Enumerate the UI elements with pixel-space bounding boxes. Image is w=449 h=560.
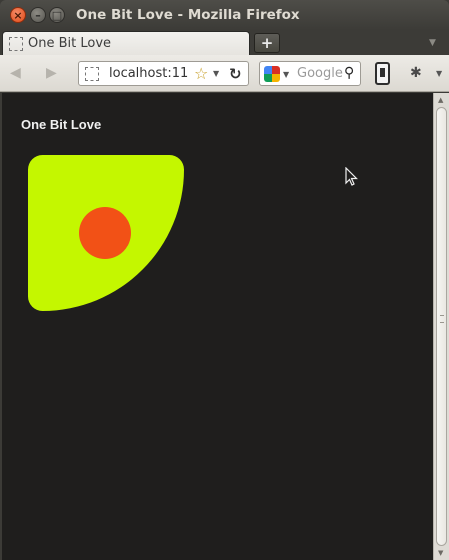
tab-one-bit-love[interactable]: One Bit Love [2, 31, 250, 55]
search-engine-icon[interactable] [264, 66, 280, 82]
search-input[interactable]: Google [297, 66, 343, 81]
search-magnifier-icon[interactable]: ⚲ [344, 65, 354, 81]
page-favicon-icon [9, 37, 23, 51]
toolbar-menu-dropdown-icon[interactable]: ▼ [436, 69, 442, 78]
tab-label: One Bit Love [28, 36, 112, 51]
scrollbar-thumb[interactable] [436, 107, 447, 546]
window-close-button[interactable]: × [10, 7, 26, 23]
scroll-up-arrow-icon[interactable]: ▲ [438, 96, 443, 104]
vertical-scrollbar[interactable]: ▲ ▼ [433, 93, 449, 560]
one-bit-love-logo-shape [28, 155, 184, 311]
window-title: One Bit Love - Mozilla Firefox [76, 7, 300, 23]
page-content: One Bit Love [2, 93, 433, 560]
search-bar[interactable]: ▼ Google ⚲ [259, 61, 361, 86]
forward-button[interactable]: ▶ [46, 65, 57, 81]
window-minimize-button[interactable]: – [30, 7, 46, 23]
tab-list-dropdown-icon[interactable]: ▼ [429, 38, 436, 48]
tab-strip: One Bit Love + ▼ [0, 30, 449, 55]
window-titlebar: × – □ One Bit Love - Mozilla Firefox [0, 0, 449, 30]
firebug-icon[interactable]: ✱ [410, 65, 422, 81]
window-maximize-button[interactable]: □ [49, 7, 65, 23]
url-history-dropdown-icon[interactable]: ▼ [213, 69, 219, 78]
new-tab-button[interactable]: + [254, 33, 280, 53]
back-button[interactable]: ◀ [10, 65, 21, 81]
url-input[interactable]: localhost:11 [109, 66, 193, 81]
scrollbar-grip [440, 315, 444, 323]
navigation-toolbar: ◀ ▶ localhost:11 ☆ ▼ ↻ ▼ Google ⚲ ✱ ▼ [0, 55, 449, 92]
scroll-down-arrow-icon[interactable]: ▼ [438, 549, 443, 557]
logo-dot [79, 207, 131, 259]
mouse-cursor-icon [345, 167, 358, 186]
search-engine-dropdown-icon[interactable]: ▼ [283, 70, 289, 79]
send-to-device-icon[interactable] [375, 62, 390, 85]
page-title: One Bit Love [21, 117, 102, 132]
bookmark-star-icon[interactable]: ☆ [194, 64, 208, 83]
reload-icon[interactable]: ↻ [229, 65, 242, 83]
url-bar[interactable]: localhost:11 ☆ ▼ ↻ [78, 61, 249, 86]
site-identity-icon[interactable] [85, 67, 99, 81]
